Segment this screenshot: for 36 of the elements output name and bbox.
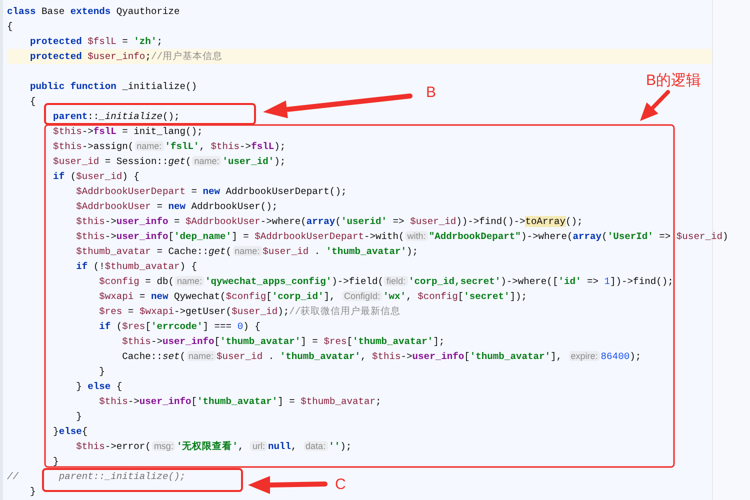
code-line: // parent::_initialize(); [7, 470, 186, 484]
code-line: $this->user_info['thumb_avatar'] = $res['thumb_avatar']; [121, 335, 445, 349]
code-line: $config = db( name: 'qywechat_apps_config')->field( field: 'corp_id,secret')->where(['id' => 1])->find(); [98, 275, 674, 289]
code-line: Cache::set( name: $user_id . 'thumb_avatar', $this->user_info['thumb_avatar'], expire: 86400); [121, 350, 642, 364]
code-line: public function _initialize() [29, 80, 197, 94]
code-line: { [7, 20, 13, 34]
code-line: class Base extends Qyauthorize [7, 5, 180, 19]
code-line: }else{ [52, 425, 88, 439]
code-line: } else { [75, 380, 122, 394]
code-line: $wxapi = new Qywechat($config['corp_id'], ConfigId: 'wx', $config['secret']); [98, 290, 527, 304]
code-line: } [98, 365, 105, 379]
code-line: $AddrbookUser = new AddrbookUser(); [75, 200, 278, 214]
annotation-label: B [426, 84, 436, 102]
code-line: $AddrbookUserDepart = new AddrbookUserDepart(); [75, 185, 347, 199]
code-line: $this->assign( name: 'fslL', $this->fslL); [52, 140, 286, 154]
code-line: $res = $wxapi->getUser($user_id);//获取微信用户最新信息 [98, 305, 401, 319]
code-line: if (!$thumb_avatar) { [75, 260, 198, 274]
annotation-label: B的逻辑 [646, 72, 702, 90]
code-line: if ($user_id) { [52, 170, 140, 184]
code-line: } [52, 455, 59, 469]
code-line: { [29, 95, 36, 109]
code-line: } [75, 410, 82, 424]
arrow [640, 90, 670, 121]
code-line: $this->error( msg: '无权限查看', url: null, data: ''); [75, 440, 352, 454]
annotation-label: C [335, 476, 346, 494]
code-line: protected $fslL = 'zh'; [29, 35, 162, 49]
code-line: $user_id = Session::get( name: 'user_id'); [52, 155, 286, 169]
code-line: $thumb_avatar = Cache::get( name: $user_id . 'thumb_avatar'); [75, 245, 418, 259]
code-line: $this->user_info['thumb_avatar'] = $thumb_avatar; [98, 395, 382, 409]
code-line: protected $user_info;//用户基本信息 [29, 50, 222, 64]
code-line: $this->user_info = $AddrbookUser->where(array('userid' => $user_id))->find()->toArray(); [75, 215, 583, 229]
code-line: if ($res['errcode'] === 0) { [98, 320, 260, 334]
code-line: } [29, 485, 36, 499]
code-line: $this->user_info['dep_name'] = $AddrbookUserDepart->with( with: "AddrbookDepart")->where(array('UserId' => $user_id) [75, 230, 728, 244]
code-line: $this->fslL = init_lang(); [52, 125, 203, 139]
code-line: parent::_initialize(); [52, 110, 180, 124]
